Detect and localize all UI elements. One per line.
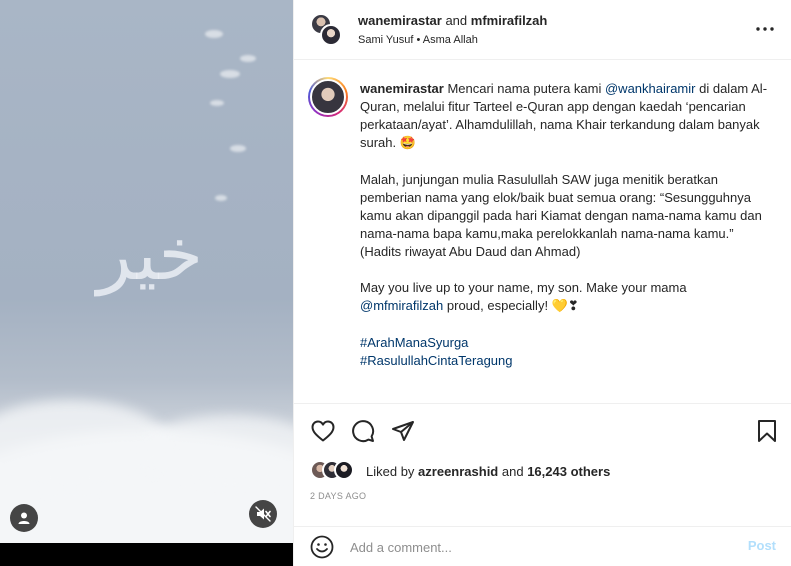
avatar — [334, 460, 354, 480]
liker-username-link[interactable]: azreenrashid — [418, 464, 498, 479]
post-comment-button[interactable]: Post — [748, 538, 776, 553]
likes-prefix: Liked by — [366, 463, 415, 479]
hashtag-link[interactable]: #RasulullahCintaTeragung — [360, 352, 770, 370]
post-details-panel: wanemirastar and mfmirafilzah Sami Yusuf… — [293, 0, 791, 566]
person-icon — [18, 512, 30, 524]
likes-summary: Liked by azreenrashid and 16,243 others — [310, 460, 610, 482]
cloud-streak — [220, 70, 240, 78]
more-options-button[interactable] — [754, 18, 776, 40]
audio-track-link[interactable]: Sami Yusuf • Asma Allah — [358, 34, 478, 46]
caption-username-link[interactable]: wanemirastar — [360, 81, 444, 96]
likes-joiner: and — [501, 463, 524, 479]
caption-paragraph: Malah, junjungan mulia Rasulullah SAW ju… — [360, 172, 762, 259]
heart-icon — [311, 420, 335, 442]
hashtags: #ArahManaSyurga #RasulullahCintaTeragung — [360, 334, 770, 370]
names-conjunction: and — [445, 13, 468, 28]
paper-plane-icon — [392, 421, 414, 441]
cloud-streak — [230, 145, 246, 152]
caption-text: Mencari nama putera kami — [447, 81, 602, 96]
share-button[interactable] — [390, 418, 416, 444]
cloud-streak — [210, 100, 224, 106]
hashtag-link[interactable]: #ArahManaSyurga — [360, 334, 770, 352]
liker-avatars — [310, 460, 358, 482]
collaborator-username-link[interactable]: mfmirafilzah — [471, 13, 548, 28]
comment-bubble-icon — [352, 420, 375, 443]
comments-section[interactable]: wanemirastar Mencari nama putera kami @w… — [294, 60, 791, 404]
cloud-streak — [215, 195, 227, 201]
collab-names: wanemirastar and mfmirafilzah — [358, 13, 547, 28]
user-tag-button[interactable] — [10, 504, 38, 532]
avatar — [320, 24, 342, 46]
like-button[interactable] — [310, 418, 336, 444]
more-horizontal-icon — [756, 27, 774, 31]
overlay-arabic-text: خير — [97, 212, 203, 296]
caption-paragraph: May you live up to your name, my son. Ma… — [360, 279, 770, 316]
likes-text: Liked by azreenrashid and 16,243 others — [366, 464, 610, 479]
post-caption: wanemirastar Mencari nama putera kami @w… — [360, 80, 770, 370]
post-media[interactable]: خير — [0, 0, 293, 543]
caption-author-avatar[interactable] — [308, 77, 348, 117]
caption-paragraph: wanemirastar Mencari nama putera kami @w… — [360, 80, 770, 153]
cloud-streak — [240, 55, 256, 62]
collab-avatars[interactable] — [310, 13, 344, 47]
comment-button[interactable] — [350, 418, 376, 444]
post-timestamp[interactable]: 2 DAYS AGO — [310, 491, 366, 501]
caption-text: May you live up to your name, my son. Ma… — [360, 280, 687, 295]
smiley-icon — [310, 535, 334, 559]
star-struck-emoji: 🤩 — [399, 136, 416, 151]
add-comment-bar: Post — [294, 526, 791, 566]
caption-text: proud, especially! — [446, 298, 549, 313]
bookmark-icon — [758, 420, 776, 442]
emoji-picker-button[interactable] — [310, 535, 334, 559]
heart-emoji: 💛❣ — [551, 299, 579, 314]
author-username-link[interactable]: wanemirastar — [358, 13, 442, 28]
mention-link[interactable]: @mfmirafilzah — [360, 298, 443, 313]
save-button[interactable] — [754, 418, 780, 444]
post-actions — [294, 404, 791, 454]
mute-button[interactable] — [249, 500, 277, 528]
mention-link[interactable]: @wankhairamir — [605, 81, 696, 96]
avatar — [310, 79, 346, 115]
speaker-muted-icon — [255, 506, 271, 522]
other-likers-link[interactable]: 16,243 others — [527, 464, 610, 479]
post-header: wanemirastar and mfmirafilzah Sami Yusuf… — [294, 0, 791, 60]
cloud-streak — [205, 30, 223, 38]
comment-input[interactable] — [350, 537, 730, 557]
